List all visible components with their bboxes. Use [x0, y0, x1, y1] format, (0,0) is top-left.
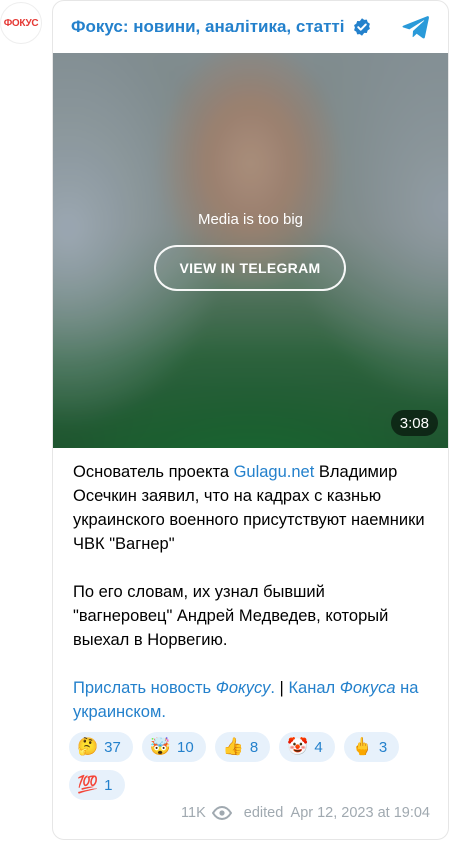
channel-link-a: Канал: [288, 679, 340, 697]
post-text: Основатель проекта Gulagu.net Владимир О…: [53, 448, 448, 724]
eye-icon: [211, 805, 232, 821]
media-too-big-message: Media is too big: [197, 211, 304, 228]
reaction-mind-blown[interactable]: 🤯 10: [141, 732, 206, 762]
reaction-count: 8: [249, 738, 259, 756]
send-news-link-a: Прислать новость: [73, 679, 216, 697]
channel-name-link[interactable]: Фокус: новини, аналітика, статті: [71, 17, 345, 37]
post-paragraph-1: Основатель проекта Gulagu.net Владимир О…: [73, 460, 428, 556]
verified-icon: [352, 17, 372, 37]
video-duration-badge: 3:08: [390, 410, 438, 436]
channel-link-b: Фокуса: [339, 679, 396, 697]
clown-face-icon: 🤡: [287, 736, 309, 757]
post-paragraph-2: По его словам, их узнал бывший "вагнеров…: [73, 583, 389, 649]
link-separator: |: [274, 679, 289, 697]
reaction-clown[interactable]: 🤡 4: [279, 732, 335, 762]
send-news-link[interactable]: Прислать новость Фокусу.: [73, 679, 275, 697]
video-media[interactable]: Media is too big VIEW IN TELEGRAM 3:08: [53, 53, 448, 448]
telegram-share-icon[interactable]: [402, 15, 430, 39]
channel-avatar[interactable]: ФОКУС: [0, 2, 42, 44]
post-footer: 11K edited Apr 12, 2023 at 19:04: [181, 805, 430, 821]
reactions-bar: 🤔 37 🤯 10 👍 8 🤡 4 🖕 3 💯 1: [53, 724, 448, 808]
view-count: 11K: [181, 805, 206, 821]
reaction-count: 37: [104, 738, 121, 756]
thumbs-up-icon: 👍: [222, 736, 244, 757]
exploding-head-icon: 🤯: [149, 736, 172, 757]
reaction-hundred[interactable]: 💯 1: [69, 770, 125, 800]
reaction-thumbs-up[interactable]: 👍 8: [214, 732, 271, 762]
post-card: Фокус: новини, аналітика, статті Media i…: [52, 0, 449, 840]
avatar-logo-text: ФОКУС: [3, 17, 39, 29]
post-header: Фокус: новини, аналітика, статті: [53, 1, 448, 53]
reaction-count: 4: [314, 738, 323, 756]
reaction-thinking[interactable]: 🤔 37: [69, 732, 133, 762]
post-links: Прислать новость Фокусу. | Канал Фокуса …: [73, 676, 428, 724]
middle-finger-icon: 🖕: [351, 736, 373, 757]
edited-timestamp: edited Apr 12, 2023 at 19:04: [243, 805, 430, 821]
reaction-count: 3: [378, 738, 388, 756]
hundred-points-icon: 💯: [77, 774, 99, 795]
reaction-count: 1: [104, 776, 113, 794]
view-in-telegram-button[interactable]: VIEW IN TELEGRAM: [154, 245, 346, 291]
post-text-a: Основатель проекта: [73, 463, 234, 481]
gulagu-link[interactable]: Gulagu.net: [234, 463, 315, 481]
reaction-middle-finger[interactable]: 🖕 3: [343, 732, 400, 762]
reaction-count: 10: [177, 738, 194, 756]
send-news-link-b: Фокусу: [215, 679, 271, 697]
thinking-face-icon: 🤔: [77, 736, 99, 757]
